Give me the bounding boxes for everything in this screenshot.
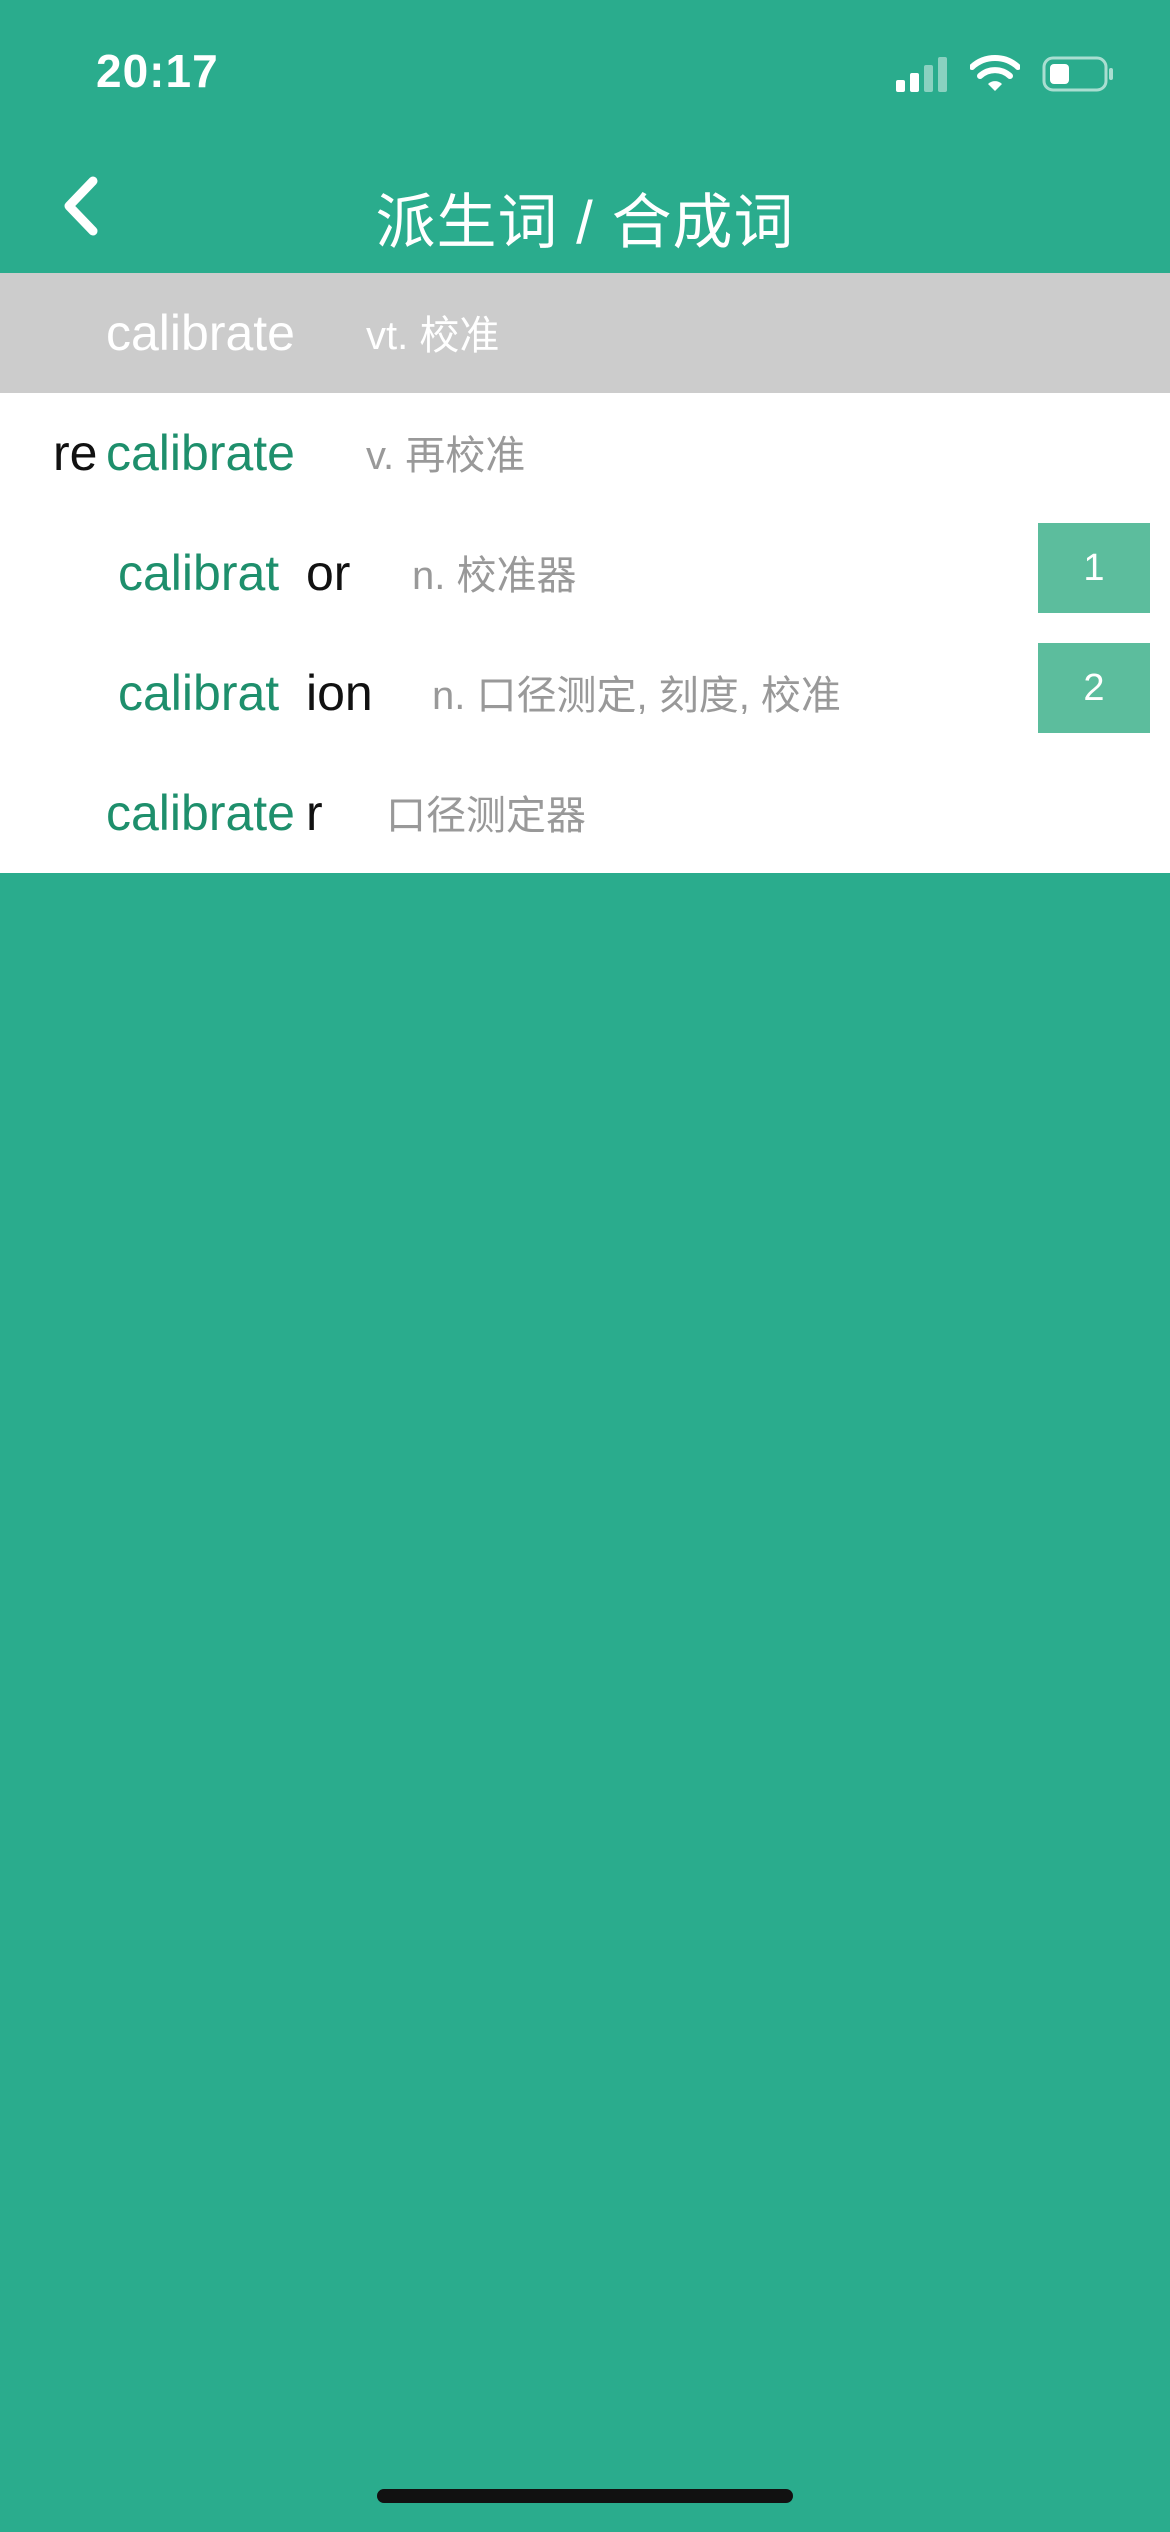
status-bar: 20:17	[0, 0, 1170, 140]
nav-bar: 派生词 / 合成词	[0, 140, 1170, 273]
base-word-row: calibrate vt. 校准	[0, 273, 1170, 393]
word-root: calibrate	[106, 305, 295, 361]
status-time: 20:17	[96, 45, 219, 97]
count-badge[interactable]: 1	[1038, 523, 1150, 613]
home-indicator	[377, 2489, 793, 2503]
word-root: calibrat	[118, 665, 280, 721]
list-item[interactable]: calibrat or n. 校准器 1	[0, 513, 1170, 633]
word-definition: n. 口径测定, 刻度, 校准	[432, 674, 841, 718]
list-item[interactable]: calibrate r 口径测定器	[0, 753, 1170, 873]
word-definition: v. 再校准	[366, 434, 526, 478]
battery-icon	[1042, 56, 1113, 92]
list-item[interactable]: calibrat ion n. 口径测定, 刻度, 校准 2	[0, 633, 1170, 753]
word-suffix: r	[306, 785, 323, 841]
page-title: 派生词 / 合成词	[375, 189, 795, 256]
word-root: calibrat	[118, 545, 280, 601]
word-definition: n. 校准器	[412, 554, 577, 598]
word-suffix: ion	[306, 665, 373, 721]
wifi-icon	[970, 55, 1020, 91]
derivative-word-list: calibrate vt. 校准 re calibrate v. 再校准 cal…	[0, 273, 1170, 873]
word-definition: 口径测定器	[386, 794, 586, 838]
word-definition: vt. 校准	[366, 314, 500, 358]
word-root: calibrate	[106, 785, 295, 841]
cellular-signal-icon	[896, 57, 947, 92]
list-item[interactable]: re calibrate v. 再校准	[0, 393, 1170, 513]
word-root: calibrate	[106, 425, 295, 481]
count-badge[interactable]: 2	[1038, 643, 1150, 733]
word-suffix: or	[306, 545, 351, 601]
word-prefix: re	[53, 425, 98, 481]
status-icons	[896, 52, 1116, 96]
